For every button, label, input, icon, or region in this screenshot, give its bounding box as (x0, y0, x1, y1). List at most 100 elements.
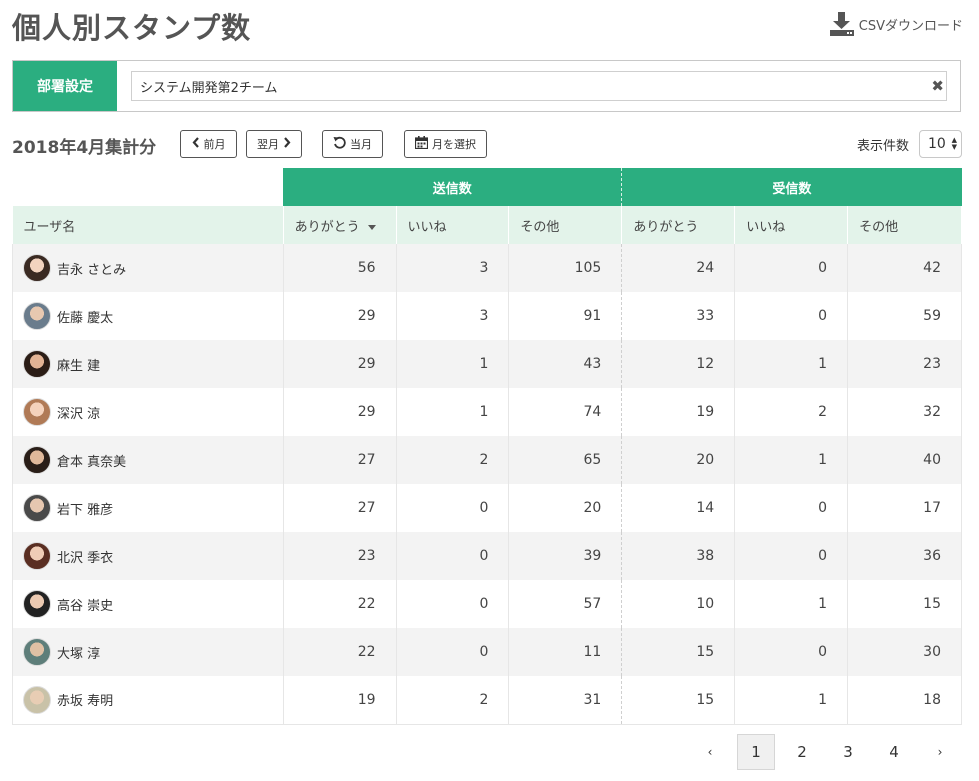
column-header-row: ユーザ名 ありがとう いいね その他 ありがとう いいね その他 (12, 206, 962, 244)
csv-download-label: CSVダウンロード (858, 18, 963, 34)
user-info: 赤坂 寿明 (23, 685, 283, 714)
cell-sent-other: 31 (508, 676, 623, 725)
chevron-left-icon (192, 137, 200, 151)
cell-recv-other: 42 (847, 244, 962, 292)
pagination-page[interactable]: 3 (825, 734, 871, 770)
cell-sent-like: 0 (396, 532, 510, 580)
group-header-blank (12, 168, 284, 206)
col-header-sent-thanks-label: ありがとう (294, 219, 360, 235)
col-header-user[interactable]: ユーザ名 (12, 206, 284, 244)
avatar (23, 350, 51, 378)
next-month-button[interactable]: 翌月 (246, 130, 302, 158)
avatar (23, 590, 51, 618)
cell-recv-other: 40 (847, 436, 962, 484)
cell-sent-like: 0 (396, 580, 510, 628)
cell-sent-like: 3 (396, 292, 510, 340)
cell-sent-thanks: 29 (283, 340, 397, 388)
cell-sent-thanks: 56 (283, 244, 397, 292)
user-name: 赤坂 寿明 (57, 694, 114, 710)
user-info: 吉永 さとみ (23, 254, 283, 282)
user-info: 大塚 淳 (23, 638, 283, 666)
user-cell: 大塚 淳 (12, 628, 284, 676)
table-body: 吉永 さとみ 56 3 105 24 0 42 佐藤 慶太 29 3 91 33 0 59 麻生 建 29 1 4… (12, 244, 962, 725)
cell-recv-other: 18 (847, 676, 962, 725)
cell-sent-other: 91 (508, 292, 623, 340)
avatar (23, 685, 51, 714)
cell-recv-other: 36 (847, 532, 962, 580)
cell-sent-thanks: 27 (283, 484, 397, 532)
department-select[interactable]: システム開発第2チーム (131, 71, 947, 101)
pagination-page[interactable]: 1 (737, 734, 775, 770)
cell-sent-like: 3 (396, 244, 510, 292)
cell-recv-like: 1 (734, 436, 849, 484)
user-info: 岩下 雅彦 (23, 494, 283, 522)
pagination-page[interactable]: 4 (871, 734, 917, 770)
cell-recv-thanks: 10 (621, 580, 736, 628)
stamp-report-page: 個人別スタンプ数 CSVダウンロード 部署設定 システム開発第2チーム ✖ 2 0… (0, 0, 979, 781)
table-row: 佐藤 慶太 29 3 91 33 0 59 (12, 292, 962, 340)
cell-recv-like: 1 (734, 580, 849, 628)
pagination-next[interactable]: › (917, 734, 963, 770)
current-month-button[interactable]: 当月 (322, 130, 383, 158)
cell-recv-thanks: 33 (621, 292, 736, 340)
avatar (23, 542, 51, 570)
cell-recv-other: 15 (847, 580, 962, 628)
col-header-recv-other[interactable]: その他 (847, 206, 962, 244)
user-cell: 佐藤 慶太 (12, 292, 284, 340)
department-filter: 部署設定 システム開発第2チーム ✖ (12, 60, 961, 112)
cell-recv-thanks: 12 (621, 340, 736, 388)
page-size-select[interactable]: 10 ▲ ▼ (919, 130, 962, 158)
col-header-sent-other[interactable]: その他 (508, 206, 623, 244)
cell-recv-like: 0 (734, 532, 849, 580)
col-header-recv-like[interactable]: いいね (734, 206, 849, 244)
page-title: 個人別スタンプ数 (12, 11, 252, 45)
user-cell: 赤坂 寿明 (12, 676, 284, 725)
cell-sent-thanks: 19 (283, 676, 397, 725)
user-name: 高谷 崇史 (57, 598, 114, 614)
table-row: 高谷 崇史 22 0 57 10 1 15 (12, 580, 962, 628)
col-header-sent-like[interactable]: いいね (396, 206, 510, 244)
prev-month-button[interactable]: 前月 (180, 130, 237, 158)
pagination-prev[interactable]: ‹ (687, 734, 733, 770)
next-month-label: 翌月 (257, 138, 279, 151)
cell-recv-other: 59 (847, 292, 962, 340)
table-row: 北沢 季衣 23 0 39 38 0 36 (12, 532, 962, 580)
pagination: ‹ 1 2 3 4 › (687, 734, 963, 770)
cell-sent-other: 74 (508, 388, 623, 436)
group-header-sent: 送信数 (283, 168, 623, 206)
table-row: 吉永 さとみ 56 3 105 24 0 42 (12, 244, 962, 292)
user-cell: 深沢 涼 (12, 388, 284, 436)
sort-desc-icon (367, 224, 376, 230)
cell-recv-thanks: 15 (621, 628, 736, 676)
department-value: システム開発第2チーム (140, 80, 278, 96)
user-name: 北沢 季衣 (57, 550, 114, 566)
user-info: 佐藤 慶太 (23, 302, 283, 330)
cell-recv-like: 2 (734, 388, 849, 436)
close-icon[interactable]: ✖ (931, 78, 944, 94)
csv-download-button[interactable]: CSVダウンロード (829, 12, 963, 36)
user-name: 深沢 涼 (57, 406, 101, 422)
select-month-button[interactable]: 月を選択 (404, 130, 487, 158)
cell-recv-like: 1 (734, 676, 849, 725)
cell-recv-other: 23 (847, 340, 962, 388)
cell-recv-thanks: 14 (621, 484, 736, 532)
col-header-recv-thanks[interactable]: ありがとう (621, 206, 736, 244)
cell-sent-thanks: 29 (283, 292, 397, 340)
cell-recv-other: 30 (847, 628, 962, 676)
cell-sent-thanks: 29 (283, 388, 397, 436)
prev-month-label: 前月 (203, 138, 226, 151)
department-label: 部署設定 (13, 61, 117, 111)
col-header-sent-thanks[interactable]: ありがとう (283, 206, 397, 244)
table-row: 赤坂 寿明 19 2 31 15 1 18 (12, 676, 962, 725)
pagination-page[interactable]: 2 (779, 734, 825, 770)
chevron-right-icon (283, 137, 291, 151)
cell-sent-thanks: 22 (283, 580, 397, 628)
cell-recv-other: 17 (847, 484, 962, 532)
user-info: 麻生 建 (23, 350, 283, 378)
cell-recv-other: 32 (847, 388, 962, 436)
user-cell: 岩下 雅彦 (12, 484, 284, 532)
avatar (23, 254, 51, 282)
user-name: 倉本 真奈美 (57, 454, 127, 470)
user-cell: 吉永 さとみ (12, 244, 284, 292)
cell-sent-like: 1 (396, 388, 510, 436)
